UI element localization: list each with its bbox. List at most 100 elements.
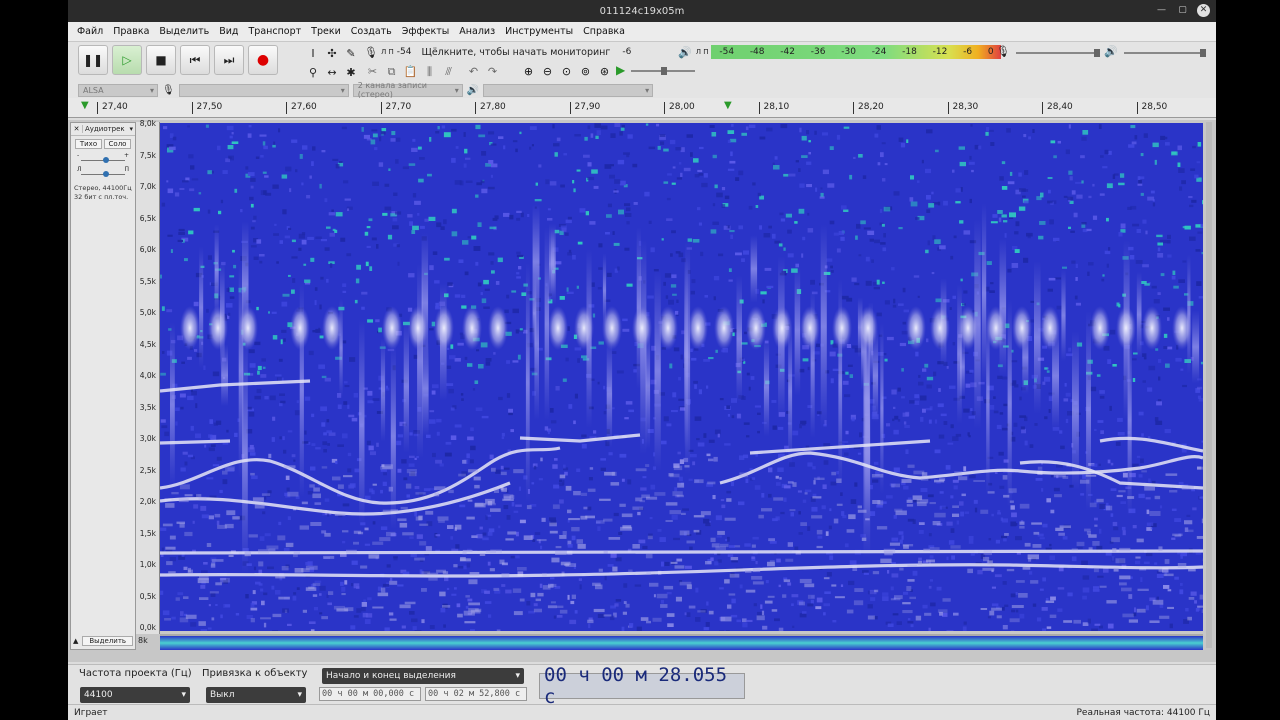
copy-icon[interactable]: ⧉ [383, 63, 400, 80]
vertical-scrollbar[interactable] [1206, 122, 1212, 648]
maximize-icon[interactable]: ▢ [1176, 4, 1189, 17]
spectrogram-noise-band [222, 470, 228, 475]
spectrogram-noise-band [567, 509, 572, 514]
menu-item-8[interactable]: Анализ [454, 26, 500, 37]
menu-item-6[interactable]: Создать [346, 26, 397, 37]
cut-icon[interactable]: ✂ [364, 63, 381, 80]
menu-item-1[interactable]: Правка [108, 26, 154, 37]
select-track-button[interactable]: Выделить [82, 636, 133, 646]
silence-icon[interactable]: ⫻ [440, 63, 457, 80]
collapse-icon[interactable]: ▲ [73, 637, 78, 645]
minimize-icon[interactable]: — [1155, 4, 1168, 17]
spectrogram-speckle [443, 624, 446, 628]
undo-icon[interactable]: ↶ [465, 63, 482, 80]
lower-spectrogram-strip[interactable] [160, 634, 1203, 650]
menu-item-0[interactable]: Файл [72, 26, 108, 37]
spectrogram[interactable] [160, 123, 1203, 631]
play-speed-slider[interactable] [631, 67, 696, 75]
track-name-menu[interactable]: Аудиотрек [83, 125, 129, 133]
pan-slider[interactable]: Л П [77, 166, 129, 180]
envelope-tool-icon[interactable]: ✣ [323, 44, 341, 62]
spectrogram-speckle [162, 610, 170, 616]
timeshift-tool-icon[interactable]: ↔ [323, 63, 341, 81]
spectrogram-speckle [162, 351, 165, 354]
paste-icon[interactable]: 📋 [402, 63, 419, 80]
spectrogram-speckle [754, 405, 761, 408]
spectrogram-noise-band [926, 559, 935, 563]
zoom-tool-icon[interactable]: ⚲ [304, 63, 322, 81]
spectrogram-speckle [626, 283, 633, 287]
rec-channels-select[interactable]: 2 канала записи (стерео) ▾ [352, 81, 463, 99]
selection-start-time[interactable]: 00 ч 00 м 00,000 с [319, 687, 421, 701]
spectrogram-speckle [926, 129, 933, 134]
menu-item-9[interactable]: Инструменты [500, 26, 578, 37]
menu-item-4[interactable]: Транспорт [243, 26, 306, 37]
play-volume-slider[interactable] [1123, 48, 1206, 57]
track-close-icon[interactable]: ✕ [71, 125, 83, 133]
frequency-scale[interactable]: 8,0k 7,5k 7,0k 6,5k 6,0k 5,5k 5,0k 4,5k 4,0k 3,5k… [136, 119, 160, 634]
timeline-ruler[interactable]: ▼ ▼ 27,40 27,50 27,60 27,70 27,80 27,90 28,00 2… [68, 98, 1216, 118]
spectrogram-speckle [1093, 586, 1099, 589]
zoom-toggle-icon[interactable]: ⊛ [596, 63, 613, 80]
play-device-select[interactable]: ▾ [483, 83, 654, 97]
zoom-out-icon[interactable]: ⊖ [539, 63, 556, 80]
spectrogram-speckle [293, 459, 296, 462]
play-at-speed-icon[interactable]: ▶ [616, 63, 625, 77]
spectrogram-speckle [712, 221, 719, 225]
skip-end-button[interactable]: ⏭ [214, 45, 244, 75]
spectrogram-speckle [613, 242, 620, 246]
stop-button[interactable]: ■ [146, 45, 176, 75]
spectrogram-speckle [178, 228, 185, 232]
pause-button[interactable]: ❚❚ [78, 45, 108, 75]
menu-item-3[interactable]: Вид [214, 26, 243, 37]
spectrogram-speckle [515, 531, 519, 537]
project-rate-select[interactable]: 44100 ▾ [80, 687, 190, 703]
freq-label: 7,0k [139, 182, 156, 191]
spectrogram-noise-band [906, 586, 912, 591]
rec-device-select[interactable]: ▾ [178, 83, 349, 97]
spectrogram-speckle [1147, 387, 1153, 392]
multi-tool-icon[interactable]: ✱ [342, 63, 360, 81]
redo-icon[interactable]: ↷ [484, 63, 501, 80]
selection-tool-icon[interactable]: I [304, 44, 322, 62]
snap-to-select[interactable]: Выкл ▾ [206, 687, 306, 703]
host-select[interactable]: ALSA ▾ [78, 83, 158, 97]
menu-item-5[interactable]: Треки [306, 26, 346, 37]
spectrogram-speckle [458, 259, 464, 263]
spectrogram-speckle [516, 254, 524, 258]
close-icon[interactable]: ✕ [1197, 4, 1210, 17]
spectrogram-speckle [962, 303, 966, 306]
spectrogram-speckle [703, 173, 708, 178]
menu-item-7[interactable]: Эффекты [397, 26, 455, 37]
skip-start-button[interactable]: ⏮ [180, 45, 210, 75]
fit-project-icon[interactable]: ⊚ [577, 63, 594, 80]
selection-mode-select[interactable]: Начало и конец выделения ▾ [322, 668, 524, 684]
spectrogram-speckle [408, 463, 415, 467]
fit-selection-icon[interactable]: ⊙ [558, 63, 575, 80]
solo-button[interactable]: Соло [104, 139, 131, 149]
spectrogram-speckle [1158, 359, 1162, 363]
menu-item-10[interactable]: Справка [578, 26, 630, 37]
play-button[interactable]: ▷ [112, 45, 142, 75]
spectrogram-speckle [395, 137, 401, 142]
spectrogram-speckle [1156, 401, 1162, 406]
spectrogram-noise-band [324, 532, 331, 537]
spectrogram-speckle [589, 221, 596, 225]
mute-button[interactable]: Тихо [75, 139, 102, 149]
draw-tool-icon[interactable]: ✎ [342, 44, 360, 62]
playback-meter[interactable]: 🔊 Л П -54 -48 -42 -36 -30 -24 -18 -12 -6 0 [678, 43, 1002, 61]
audio-position-display[interactable]: 00 ч 00 м 28.055 с [539, 664, 745, 708]
menu-item-2[interactable]: Выделить [154, 26, 214, 37]
record-meter[interactable]: 🎙 Л П -54 Щёлкните, чтобы начать монитор… [364, 43, 631, 61]
zoom-in-icon[interactable]: ⊕ [520, 63, 537, 80]
spectrogram-speckle [519, 131, 522, 135]
chevron-down-icon[interactable]: ▾ [129, 125, 135, 133]
trim-icon[interactable]: ⫼ [421, 63, 438, 80]
spectrogram-speckle [521, 292, 527, 296]
spectrogram-noise-band [666, 613, 675, 617]
rec-volume-slider[interactable] [1015, 48, 1100, 57]
selection-end-time[interactable]: 00 ч 02 м 52,800 с [425, 687, 527, 701]
gain-slider[interactable]: - + [77, 152, 129, 166]
spectrogram-speckle [401, 625, 406, 629]
record-button[interactable]: ● [248, 45, 278, 75]
